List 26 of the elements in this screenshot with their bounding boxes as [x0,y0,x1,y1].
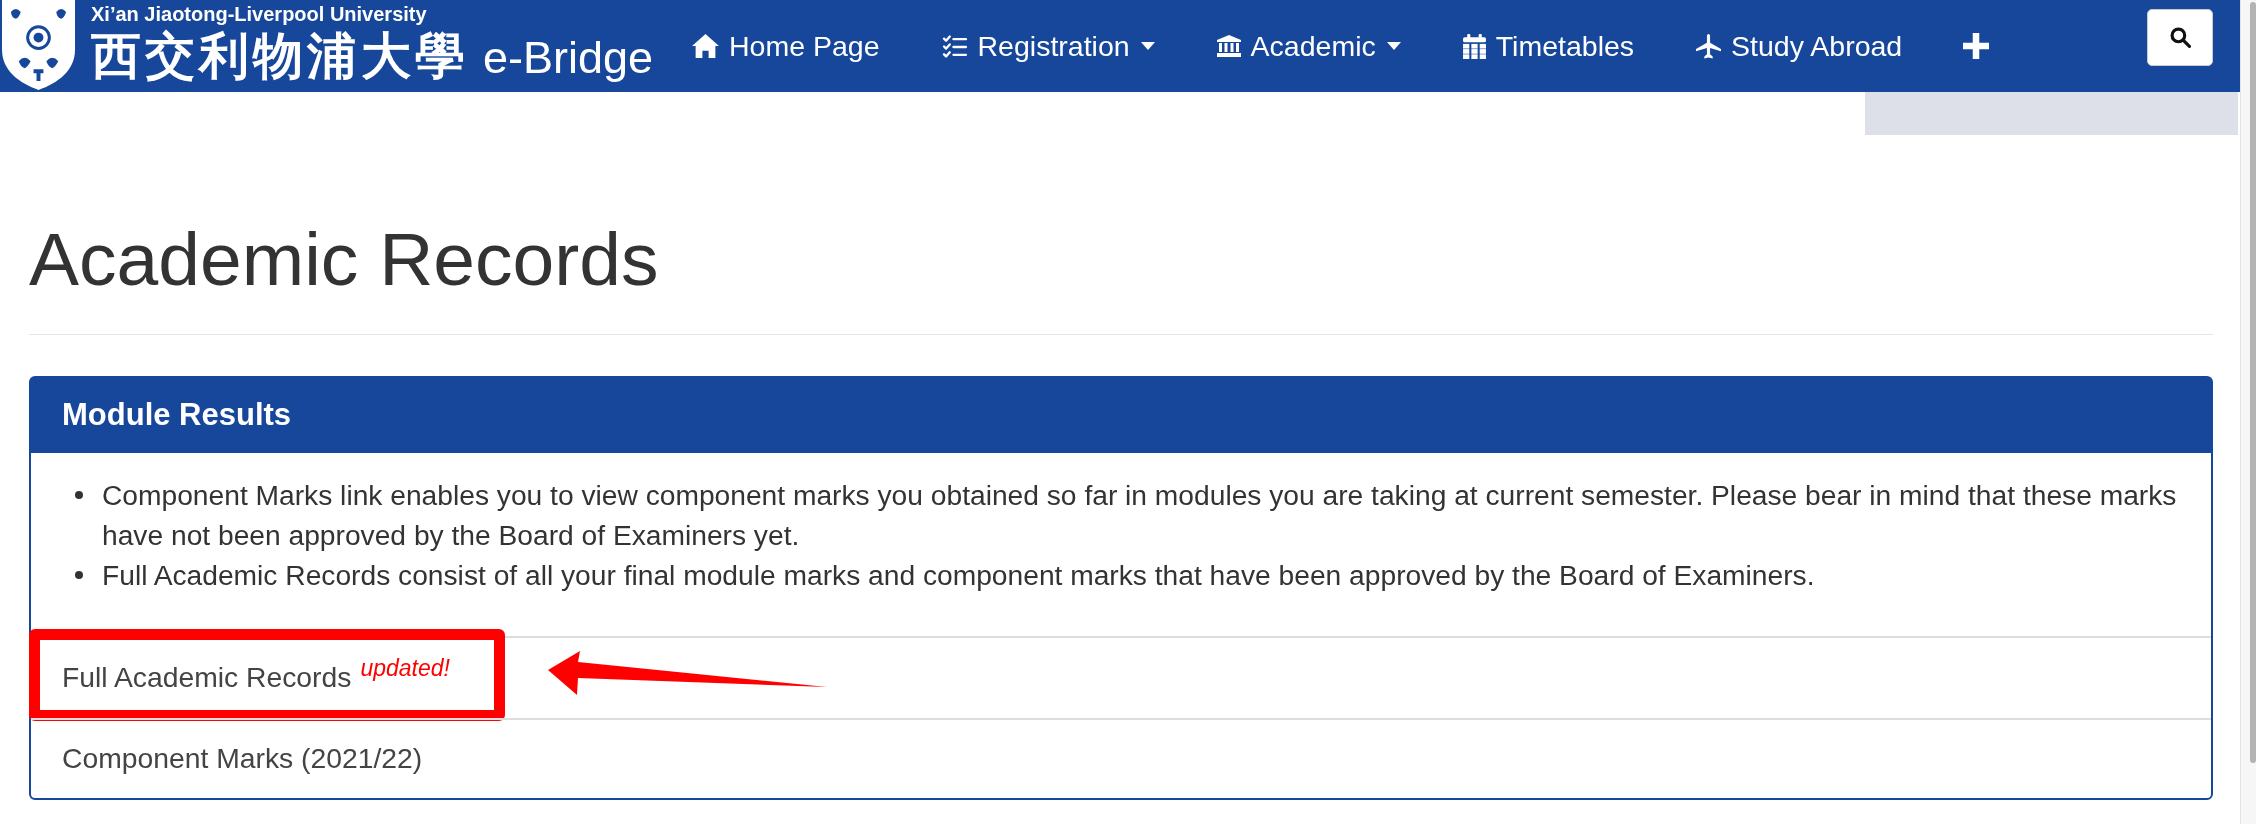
bullet-icon [75,570,83,579]
info-note: Component Marks link enables you to view component marks you obtained so far in modules you are taking at current semester. Please bear in mind that these marks have not been approved by the Board of Examiners yet. [102,477,2178,553]
panel-title: Module Results [62,395,292,434]
page-title: Academic Records [29,218,659,301]
airplane-icon [1696,33,1722,59]
record-link[interactable]: Full Academic Records [62,656,352,699]
calendar-icon [1462,33,1486,59]
bank-icon [1216,35,1241,57]
home-icon [692,34,719,58]
nav-link[interactable]: Academic [1185,0,1432,92]
search-button[interactable] [2147,9,2213,66]
plus-icon[interactable] [1963,33,1990,59]
portal-name: e-Bridge [483,31,654,85]
info-note: Full Academic Records consist of all your final module marks and component marks that have been approved by the Board of Examiners. [102,557,1815,593]
bullet-icon [75,490,83,499]
scrollbar-thumb[interactable] [2250,2,2256,763]
university-chinese-name: 西交利物浦大學 [91,27,469,86]
updated-label: updated! [360,654,450,684]
search-icon [2169,27,2191,48]
nav-link[interactable]: Timetables [1431,0,1666,92]
record-link[interactable]: Component Marks (2021/22) [62,737,423,780]
nav-link[interactable]: Home Page [661,0,911,92]
university-name: Xi’an Jiaotong-Liverpool University [91,2,428,26]
checklist-icon [941,34,968,58]
nav-link[interactable]: Registration [910,0,1186,92]
nav-link[interactable]: Study Abroad [1665,0,1934,92]
